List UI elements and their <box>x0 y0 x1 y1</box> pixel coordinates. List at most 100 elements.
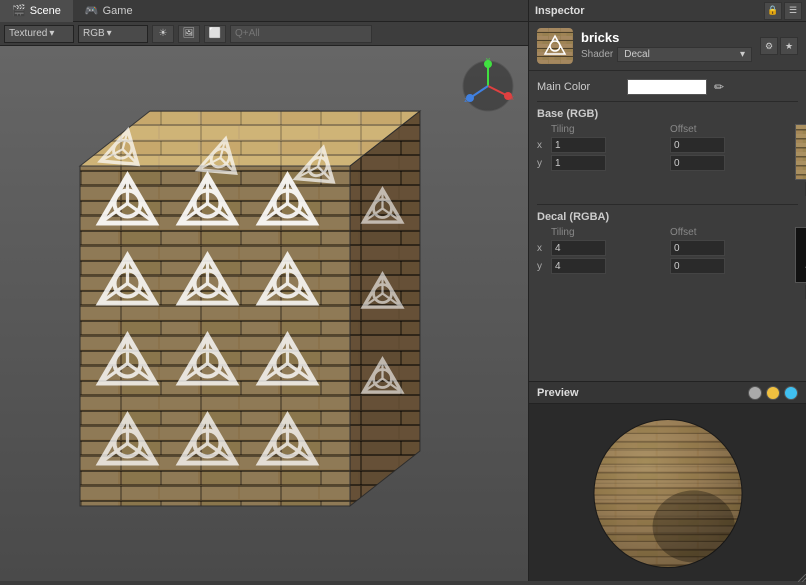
grid-button[interactable]: ⬜ <box>204 25 226 43</box>
decal-tiling-y-input[interactable] <box>551 258 606 274</box>
tab-bar: 🎬 Scene 🎮 Game <box>0 0 528 22</box>
shader-label: Shader <box>581 49 613 60</box>
menu-button[interactable]: ☰ <box>784 2 802 20</box>
base-rgb-controls: Tiling Offset x <box>537 124 787 173</box>
decal-x-row: x <box>537 240 787 256</box>
settings-icon: ⚙ <box>765 41 773 52</box>
empty-header <box>537 124 549 135</box>
x-axis-label: x <box>537 140 549 151</box>
star-icon: ★ <box>785 41 793 52</box>
d-empty-col2 <box>727 227 787 238</box>
image-button[interactable]: 🖼 <box>178 25 200 43</box>
base-rgb-row: Tiling Offset x <box>537 124 798 196</box>
decal-rgba-row: Tiling Offset x <box>537 227 798 299</box>
game-tab-label: Game <box>103 0 133 22</box>
d-tiling-col-label: Tiling <box>551 227 606 238</box>
preview-circle-3[interactable] <box>784 386 798 400</box>
tiling-header: Tiling Offset <box>537 124 787 135</box>
settings-button[interactable]: ⚙ <box>760 37 778 55</box>
scene-tab-label: Scene <box>30 0 61 22</box>
decal-y-row: y <box>537 258 787 274</box>
base-rgb-section: Base (RGB) Tiling Offset x <box>537 108 798 196</box>
base-tiling-y-input[interactable] <box>551 155 606 171</box>
svg-text:y: y <box>486 57 490 64</box>
scene-view[interactable]: y x z <box>0 46 528 581</box>
color-mode-value: RGB <box>83 28 105 39</box>
d-offset-col-label: Offset <box>670 227 725 238</box>
decal-offset-x-input[interactable] <box>670 240 725 256</box>
right-panel: Inspector 🔒 ☰ <box>528 0 806 581</box>
scene-icon: 🎬 <box>12 0 26 22</box>
shading-value: Textured <box>9 28 47 39</box>
game-icon: 🎮 <box>85 0 99 22</box>
shading-chevron: ▾ <box>49 28 54 39</box>
base-offset-x-input[interactable] <box>670 137 725 153</box>
color-swatch[interactable] <box>627 79 707 95</box>
y-axis-label: y <box>537 158 549 169</box>
decal-texture-container: Select <box>795 227 806 299</box>
shader-value-text: Decal <box>624 49 650 60</box>
d-empty-col <box>608 227 668 238</box>
base-tiling-x-input[interactable] <box>551 137 606 153</box>
divider-2 <box>537 204 798 205</box>
tiling-col-label: Tiling <box>551 124 606 135</box>
lock-icon: 🔒 <box>767 5 778 16</box>
base-x-row: x <box>537 137 787 153</box>
material-header-btns: ⚙ ★ <box>760 37 798 55</box>
preview-title: Preview <box>537 387 579 399</box>
scene-background: y x z <box>0 46 528 581</box>
preview-section: Preview <box>529 381 806 581</box>
star-button[interactable]: ★ <box>780 37 798 55</box>
decal-rgba-controls: Tiling Offset x <box>537 227 787 276</box>
svg-text:x: x <box>510 95 514 102</box>
decal-tiling-header: Tiling Offset <box>537 227 787 238</box>
color-mode-dropdown[interactable]: RGB ▾ <box>78 25 148 43</box>
main-color-value: ✏ <box>627 79 798 95</box>
empty-col2 <box>727 124 787 135</box>
color-chevron: ▾ <box>107 28 112 39</box>
shading-dropdown[interactable]: Textured ▾ <box>4 25 74 43</box>
decal-tiling-x-input[interactable] <box>551 240 606 256</box>
resize-handle[interactable] <box>798 573 806 581</box>
main-color-label: Main Color <box>537 81 627 93</box>
shader-dropdown[interactable]: Decal ▾ <box>617 47 752 62</box>
divider-1 <box>537 101 798 102</box>
preview-body[interactable] <box>529 404 806 581</box>
grid-icon: ⬜ <box>209 28 221 39</box>
decal-offset-y-input[interactable] <box>670 258 725 274</box>
base-texture-preview[interactable] <box>795 124 806 180</box>
decal-rgba-title: Decal (RGBA) <box>537 211 798 223</box>
tab-scene[interactable]: 🎬 Scene <box>0 0 73 22</box>
sun-icon: ☀ <box>159 28 168 39</box>
image-icon: 🖼 <box>183 28 196 39</box>
d-y-axis-label: y <box>537 261 549 272</box>
preview-circle-1[interactable] <box>748 386 762 400</box>
lock-button[interactable]: 🔒 <box>764 2 782 20</box>
base-offset-y-input[interactable] <box>670 155 725 171</box>
decal-rgba-section: Decal (RGBA) Tiling Offset <box>537 211 798 299</box>
preview-circle-2[interactable] <box>766 386 780 400</box>
left-panel: 🎬 Scene 🎮 Game Textured ▾ RGB ▾ ☀ 🖼 <box>0 0 528 581</box>
sphere-preview-svg <box>543 404 793 581</box>
eyedropper-button[interactable]: ✏ <box>711 79 727 95</box>
inspector-tab-label: Inspector <box>529 5 585 17</box>
material-header: bricks Shader Decal ▾ ⚙ ★ <box>529 22 806 71</box>
empty-col <box>608 124 668 135</box>
preview-controls <box>748 386 798 400</box>
tab-game[interactable]: 🎮 Game <box>73 0 145 22</box>
decal-texture-preview[interactable] <box>795 227 806 283</box>
material-info: bricks Shader Decal ▾ <box>581 30 752 62</box>
shader-row: Shader Decal ▾ <box>581 47 752 62</box>
material-thumbnail[interactable] <box>537 28 573 64</box>
main-color-row: Main Color ✏ <box>537 79 798 95</box>
preview-header: Preview <box>529 382 806 404</box>
axis-widget: y x z <box>458 56 518 116</box>
svg-text:z: z <box>464 97 468 104</box>
base-texture-container: Select <box>795 124 806 196</box>
inspector-tab-bar: Inspector 🔒 ☰ <box>529 0 806 22</box>
inspector-body: Main Color ✏ Base (RGB) Tiling <box>529 71 806 381</box>
sun-button[interactable]: ☀ <box>152 25 174 43</box>
d-empty-header <box>537 227 549 238</box>
shader-chevron-icon: ▾ <box>740 49 745 60</box>
search-input[interactable] <box>230 25 372 43</box>
